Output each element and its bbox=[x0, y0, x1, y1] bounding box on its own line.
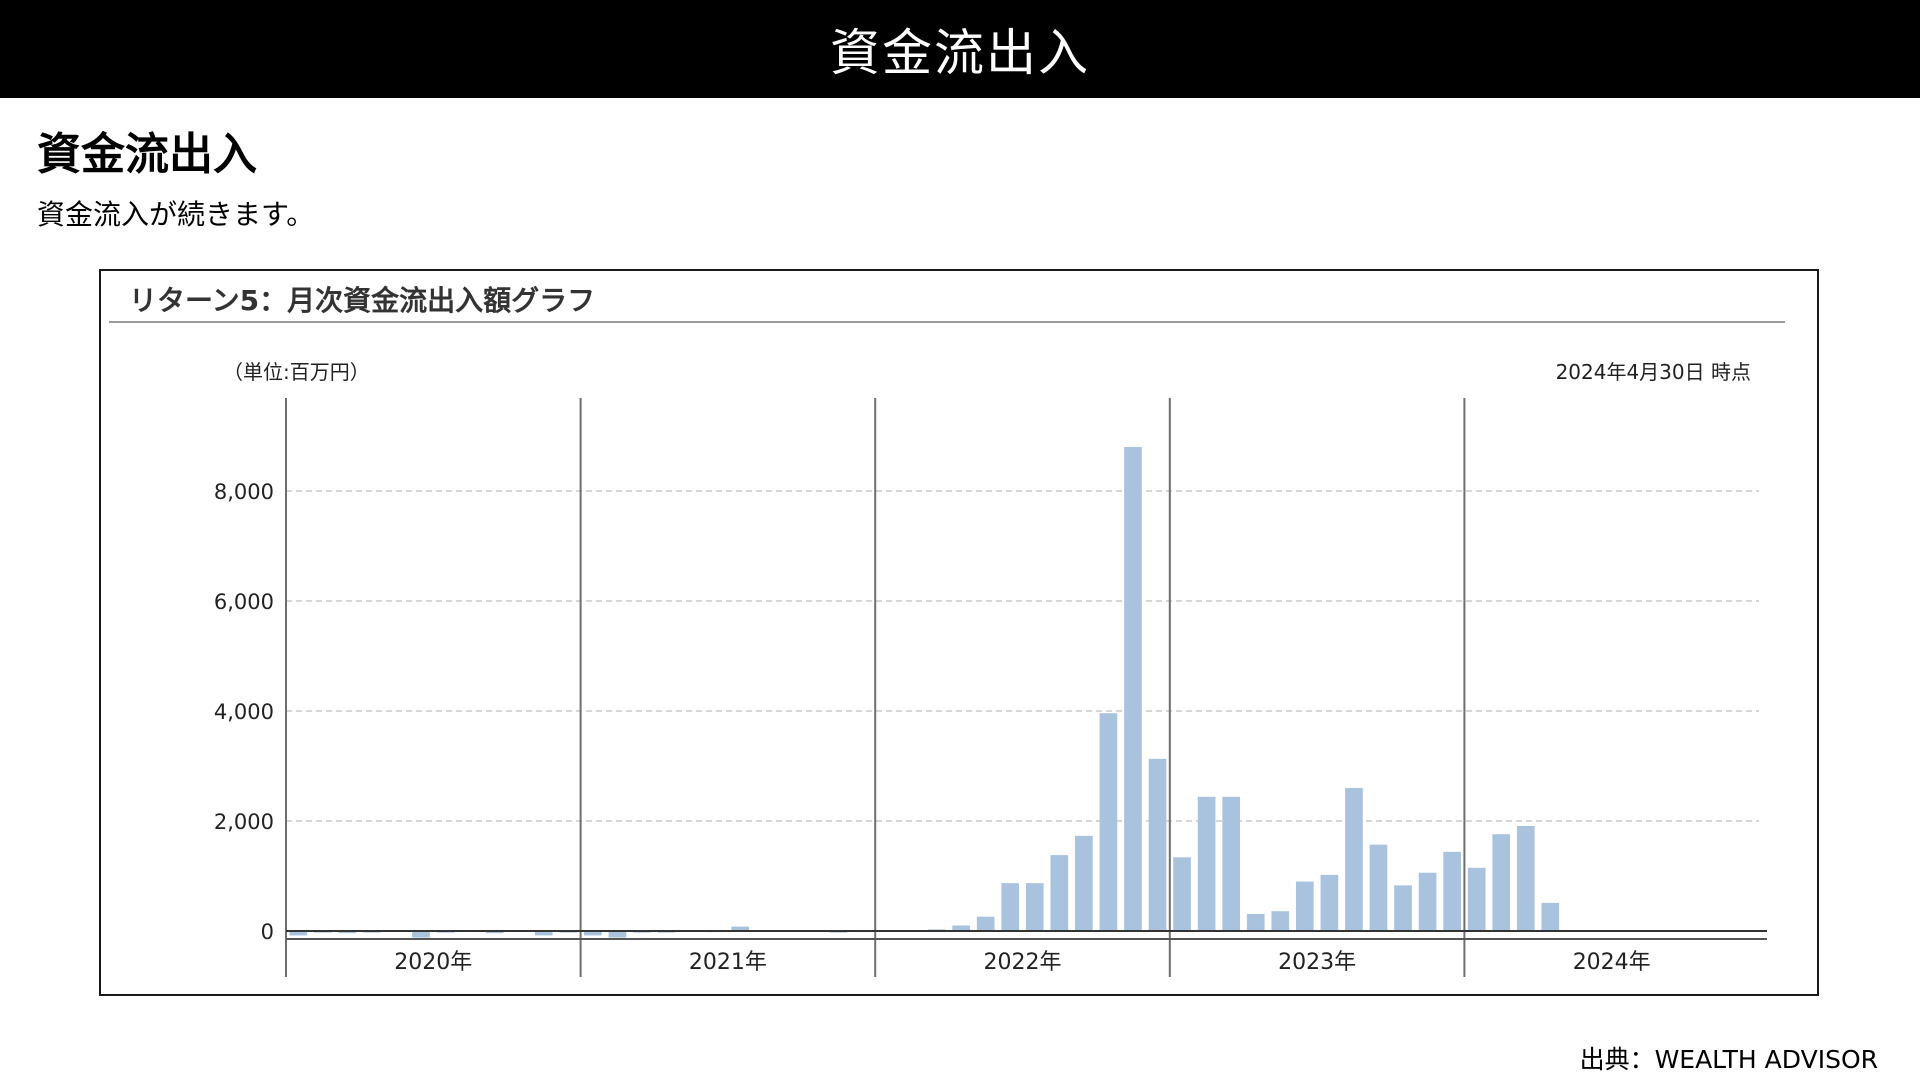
y-tick-label: 0 bbox=[261, 920, 274, 944]
page-heading: 資金流出入 bbox=[37, 129, 257, 180]
bar bbox=[1271, 911, 1290, 931]
bar bbox=[1246, 913, 1265, 931]
year-label: 2023年 bbox=[1278, 950, 1356, 975]
bar bbox=[1541, 902, 1560, 931]
page-subtitle: 資金流入が続きます。 bbox=[37, 198, 315, 231]
bar bbox=[1001, 883, 1020, 931]
bar bbox=[1173, 857, 1191, 931]
y-tick-label: 6,000 bbox=[214, 590, 274, 614]
bar bbox=[1295, 881, 1314, 931]
bar bbox=[1099, 713, 1118, 931]
bar bbox=[1222, 796, 1241, 931]
year-label: 2022年 bbox=[984, 950, 1062, 975]
bar-chart: 0 2,000 4,000 6,000 8,000 2020年 2021年 2022年 2023… bbox=[214, 398, 1767, 977]
chart-panel: リターン5：月次資金流出入額グラフ （単位:百万円） 2024年4月30日 時点… bbox=[99, 269, 1819, 996]
banner-title: 資金流出入 bbox=[830, 24, 1090, 82]
year-label: 2021年 bbox=[689, 950, 767, 975]
bar bbox=[1443, 851, 1461, 931]
bar bbox=[1394, 885, 1412, 931]
top-banner: 資金流出入 bbox=[0, 0, 1920, 98]
y-tick-label: 2,000 bbox=[214, 810, 274, 834]
y-tick-label: 8,000 bbox=[214, 480, 274, 504]
bar bbox=[1492, 834, 1511, 931]
bar bbox=[1148, 758, 1167, 931]
year-label: 2024年 bbox=[1573, 950, 1651, 975]
bar bbox=[1197, 796, 1216, 931]
bar bbox=[1516, 825, 1535, 931]
y-tick-label: 4,000 bbox=[214, 700, 274, 724]
bar bbox=[1345, 788, 1363, 931]
bar bbox=[1075, 835, 1093, 931]
bar bbox=[1369, 844, 1388, 931]
bar bbox=[1124, 447, 1142, 931]
bar bbox=[1025, 883, 1044, 931]
bar bbox=[1050, 855, 1069, 931]
bar bbox=[1418, 872, 1437, 931]
source-label: 出典：WEALTH ADVISOR bbox=[1579, 1045, 1878, 1074]
bar bbox=[1320, 874, 1339, 931]
bar bbox=[976, 916, 995, 931]
bar bbox=[1467, 867, 1486, 931]
year-label: 2020年 bbox=[394, 950, 472, 975]
